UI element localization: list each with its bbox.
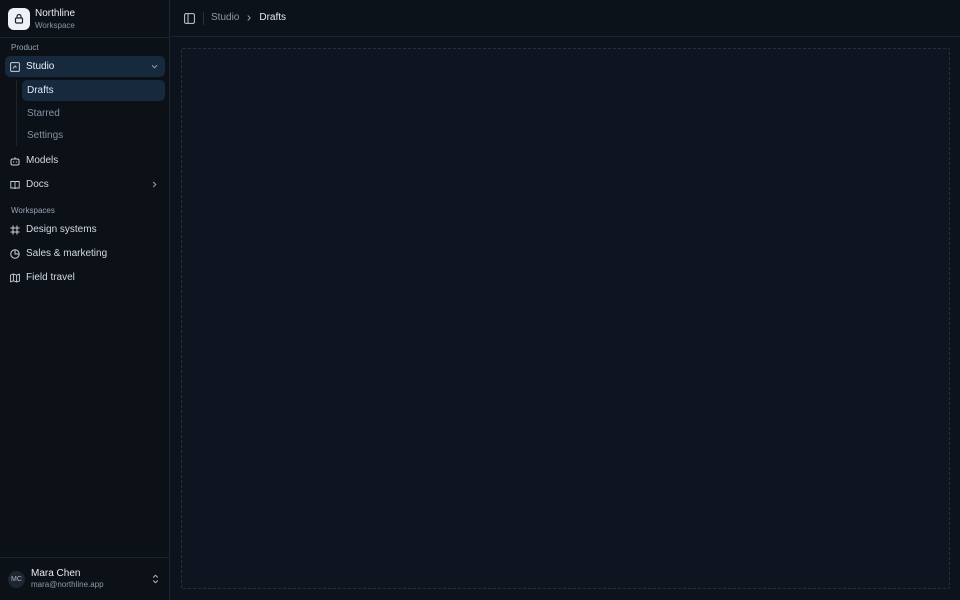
lock-bag-icon — [14, 13, 24, 24]
chevron-down-icon[interactable] — [150, 62, 159, 71]
breadcrumb-current-page: Drafts — [259, 12, 287, 23]
brand-logo — [8, 8, 30, 30]
topbar-separator — [203, 12, 204, 25]
sidebar-item-label: Models — [26, 155, 59, 166]
breadcrumb: Studio Drafts — [211, 12, 286, 23]
user-menu[interactable]: MC Mara Chen mara@northline.app — [8, 566, 162, 592]
user-email: mara@northline.app — [31, 580, 104, 589]
sidebar-item-sales-marketing[interactable]: Sales & marketing — [5, 243, 165, 264]
map-icon — [10, 273, 20, 283]
workspace-switcher[interactable]: Northline Workspace — [8, 7, 162, 31]
sidebar-subitem-starred[interactable]: Starred — [22, 103, 165, 124]
sidebar-footer-divider — [0, 557, 170, 558]
sidebar-item-label: Design systems — [26, 224, 97, 235]
sidebar-item-studio[interactable]: Studio — [5, 56, 165, 77]
breadcrumb-link-studio[interactable]: Studio — [211, 12, 239, 23]
sidebar-item-label: Field travel — [26, 272, 75, 283]
brand-subtitle: Workspace — [35, 21, 75, 30]
sidebar-toggle-icon[interactable] — [184, 13, 195, 24]
sidebar-item-field-travel[interactable]: Field travel — [5, 267, 165, 288]
avatar: MC — [8, 570, 25, 588]
sidebar-item-models[interactable]: Models — [5, 150, 165, 171]
content-placeholder — [181, 48, 950, 589]
bot-icon — [10, 156, 20, 166]
group-label-workspaces: Workspaces — [11, 206, 55, 215]
sidebar-subitem-settings[interactable]: Settings — [22, 125, 165, 146]
sidebar-divider — [0, 37, 170, 38]
brand-name: Northline — [35, 8, 76, 19]
chevron-right-icon — [245, 14, 253, 22]
chevron-right-icon[interactable] — [150, 180, 159, 189]
user-name: Mara Chen — [31, 568, 81, 579]
sidebar-item-label: Studio — [26, 61, 55, 72]
sidebar-item-label: Sales & marketing — [26, 248, 108, 259]
studio-icon — [10, 61, 20, 72]
book-icon — [10, 180, 20, 190]
sidebar-item-label: Docs — [26, 179, 49, 190]
sidebar: Northline Workspace Product Studio Draft… — [0, 0, 170, 600]
topbar: Studio Drafts — [171, 0, 960, 37]
submenu-guide — [16, 80, 17, 146]
frame-icon — [10, 225, 20, 235]
chevrons-up-down-icon[interactable] — [151, 574, 160, 584]
group-label-product: Product — [11, 43, 39, 52]
sidebar-subitem-drafts[interactable]: Drafts — [22, 80, 165, 101]
sidebar-item-docs[interactable]: Docs — [5, 174, 165, 195]
sidebar-item-design-systems[interactable]: Design systems — [5, 219, 165, 240]
pie-chart-icon — [10, 248, 20, 259]
